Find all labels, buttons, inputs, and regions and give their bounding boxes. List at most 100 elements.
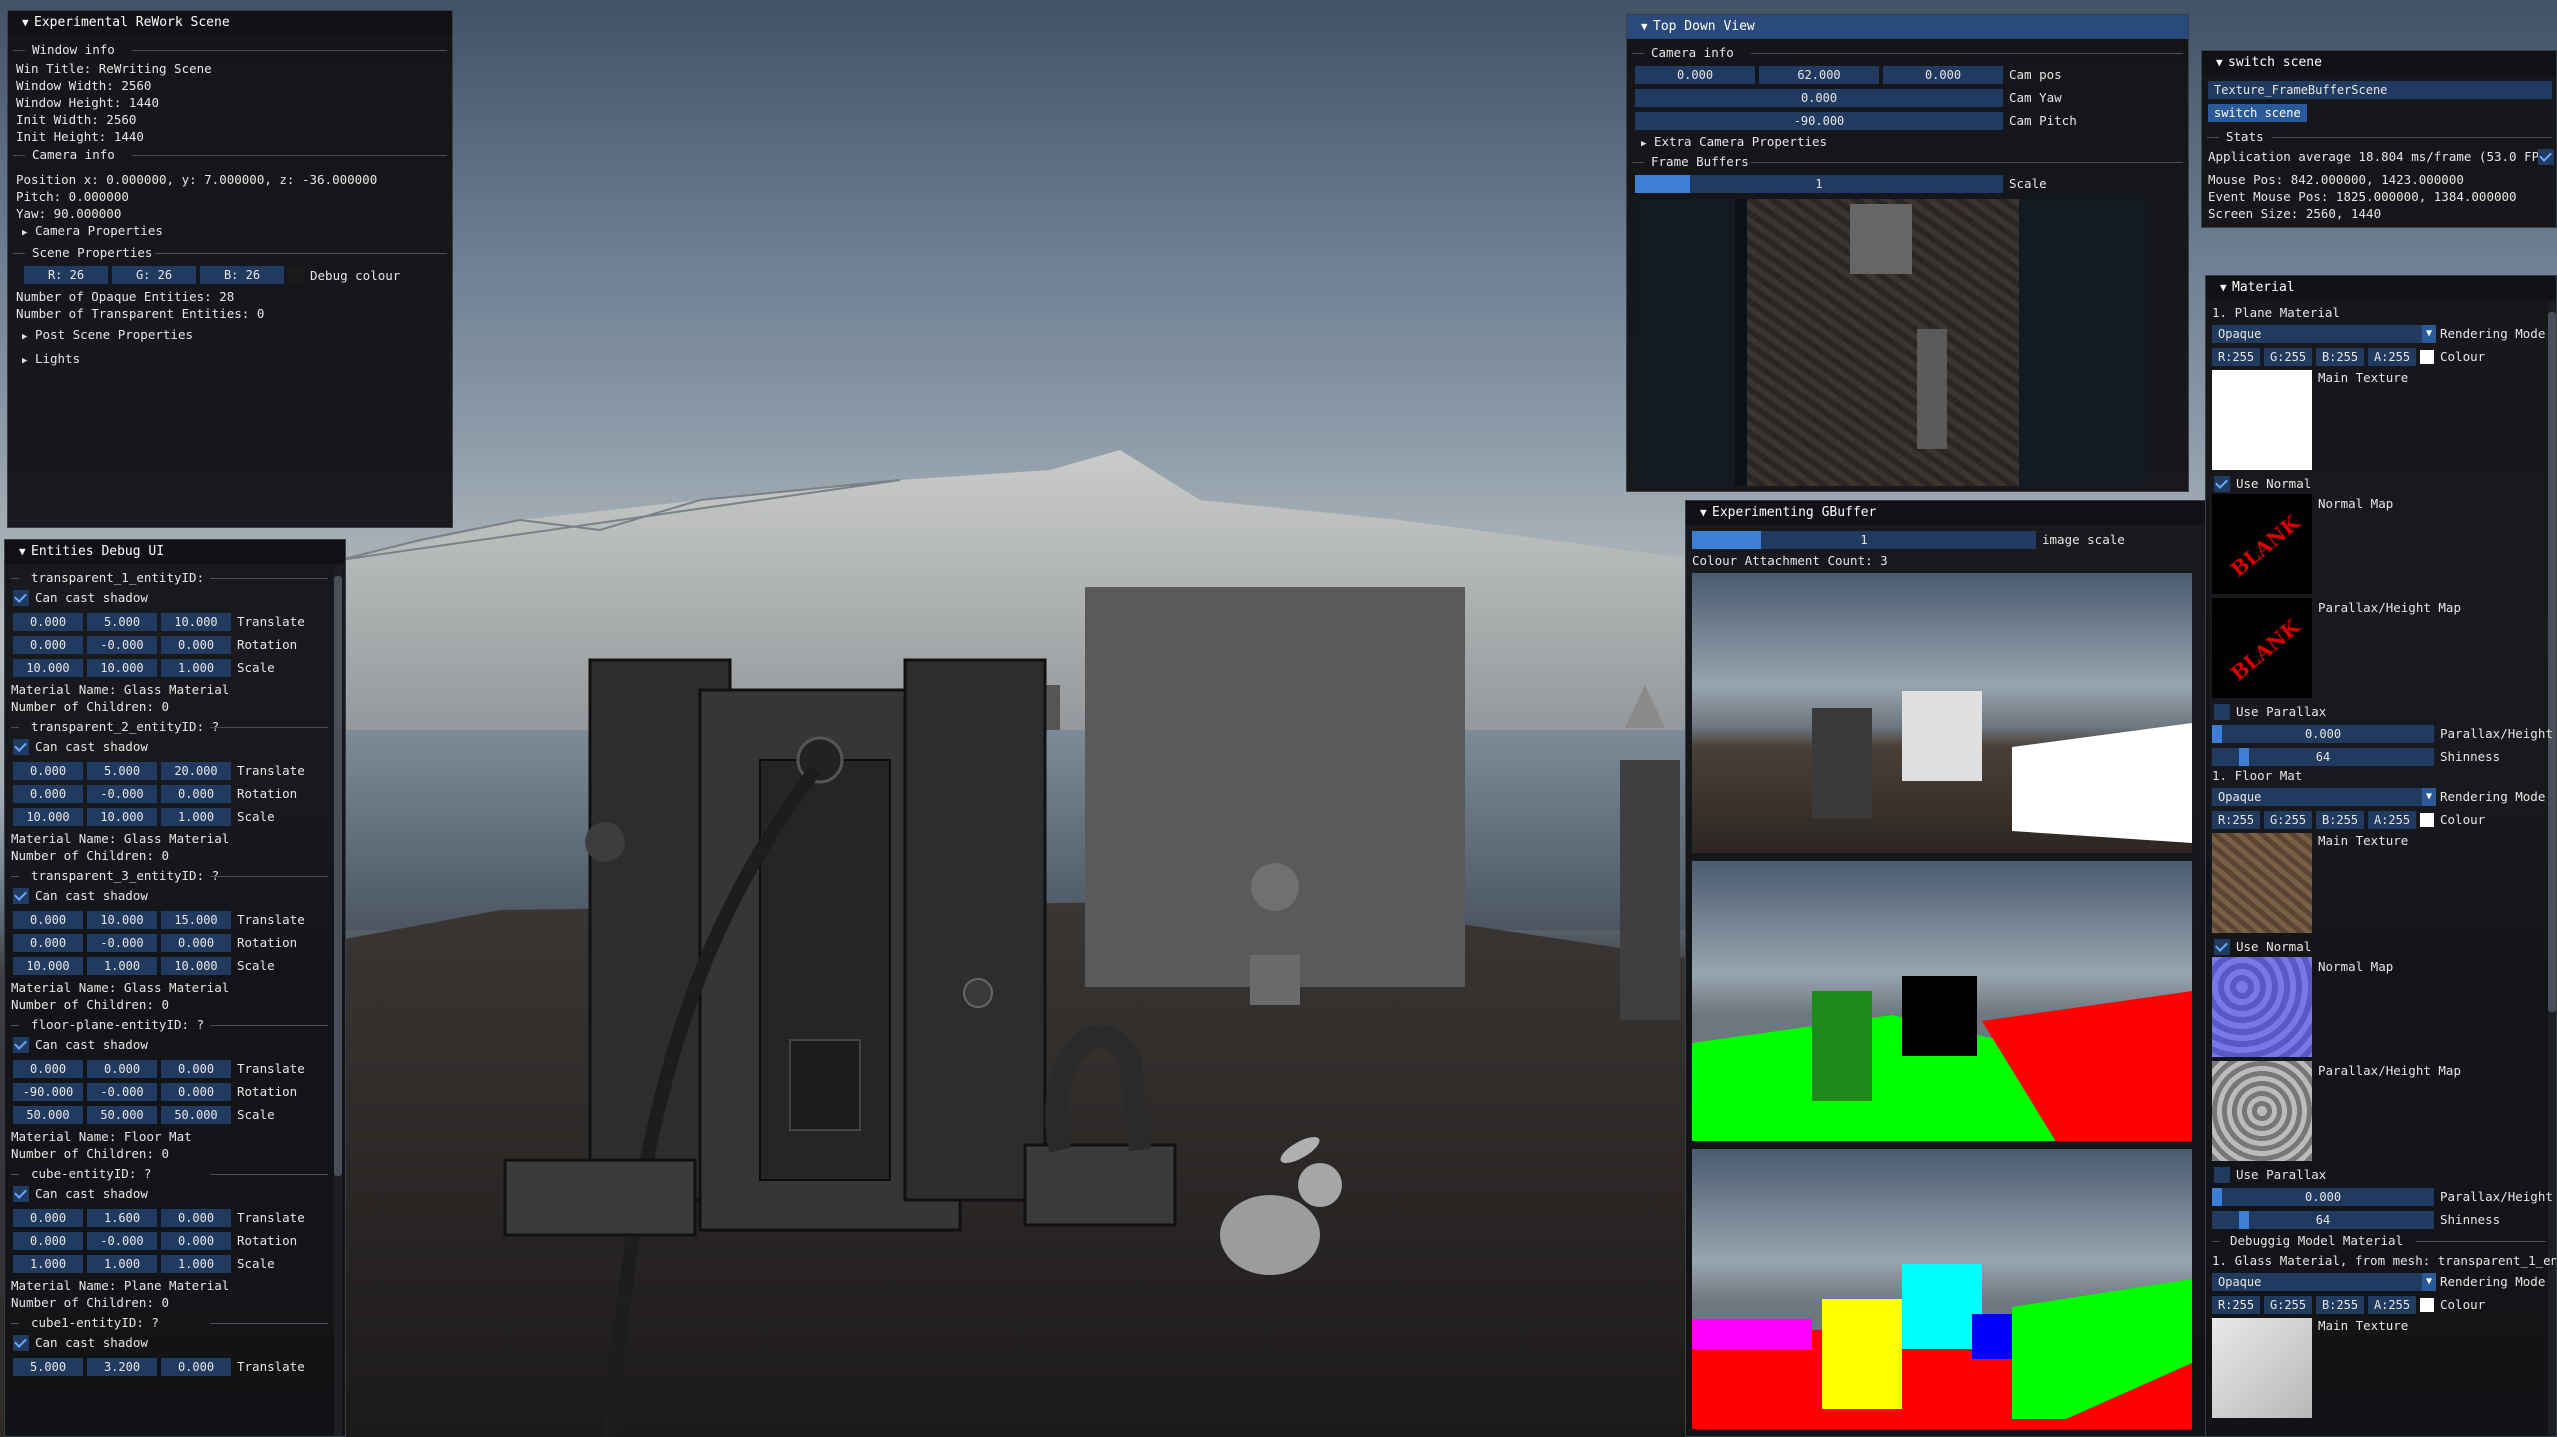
scale-field[interactable]: 1.000 — [87, 957, 157, 975]
extra-camera-properties-node[interactable]: ▶ Extra Camera Properties — [1641, 134, 1827, 152]
rotation-field[interactable]: -0.000 — [87, 1083, 157, 1101]
switch-scene-window[interactable]: ▼ switch scene Texture_FrameBufferScene s… — [2201, 50, 2557, 228]
scrollbar-thumb[interactable] — [2548, 312, 2556, 1012]
rotation-field[interactable]: 0.000 — [161, 785, 231, 803]
translate-field[interactable]: 0.000 — [13, 911, 83, 929]
translate-field[interactable]: 0.000 — [13, 1209, 83, 1227]
colour-r-field[interactable]: R:255 — [2212, 811, 2260, 829]
chevron-down-icon[interactable]: ▼ — [2422, 1273, 2436, 1291]
material-window[interactable]: ▼ Material 1. Plane Material Opaque ▼ Render… — [2205, 275, 2557, 1437]
topdown-window-titlebar[interactable]: ▼ Top Down View — [1627, 15, 2188, 39]
rotation-field[interactable]: 0.000 — [161, 1083, 231, 1101]
glass-main-texture-image[interactable] — [2212, 1318, 2312, 1418]
use-parallax-checkbox[interactable] — [2214, 1167, 2230, 1183]
rendering-mode-dropdown[interactable]: Opaque — [2212, 325, 2422, 343]
stats-checkbox[interactable] — [2538, 149, 2554, 165]
rotation-field[interactable]: 0.000 — [161, 934, 231, 952]
colour-r-field[interactable]: R:255 — [2212, 348, 2260, 366]
shininess-slider[interactable]: 64 — [2212, 1211, 2434, 1229]
use-normal-checkbox[interactable] — [2214, 939, 2230, 955]
rotation-field[interactable]: 0.000 — [13, 1232, 83, 1250]
scale-field[interactable]: 1.000 — [13, 1255, 83, 1273]
chevron-down-icon[interactable]: ▼ — [2422, 788, 2436, 806]
cam-pos-y-field[interactable]: 62.000 — [1759, 66, 1879, 84]
glass-colour-r-field[interactable]: R:255 — [2212, 1296, 2260, 1314]
collapse-arrow-icon[interactable]: ▼ — [1700, 501, 1712, 525]
translate-field[interactable]: 0.000 — [161, 1060, 231, 1078]
bg-green-field[interactable]: G: 26 — [112, 266, 196, 284]
translate-field[interactable]: 5.000 — [87, 613, 157, 631]
rotation-field[interactable]: 0.000 — [161, 1232, 231, 1250]
shininess-slider[interactable]: 64 — [2212, 748, 2434, 766]
translate-field[interactable]: 10.000 — [161, 613, 231, 631]
cast-shadow-checkbox[interactable] — [13, 1335, 29, 1351]
camera-properties-node[interactable]: ▶ Camera Properties — [22, 223, 163, 241]
parallax-slider[interactable]: 0.000 — [2212, 725, 2434, 743]
scale-field[interactable]: 10.000 — [87, 659, 157, 677]
scale-field[interactable]: 50.000 — [161, 1106, 231, 1124]
rotation-field[interactable]: 0.000 — [13, 934, 83, 952]
normal-map-image[interactable]: BLANK — [2212, 494, 2312, 594]
cam-pos-z-field[interactable]: 0.000 — [1883, 66, 2003, 84]
translate-field[interactable]: 20.000 — [161, 762, 231, 780]
height-map-image[interactable]: BLANK — [2212, 598, 2312, 698]
fb-scale-slider[interactable]: 1 — [1635, 175, 2003, 193]
chevron-down-icon[interactable]: ▼ — [2422, 325, 2436, 343]
lights-node[interactable]: ▶ Lights — [22, 351, 80, 369]
collapse-arrow-icon[interactable]: ▼ — [22, 11, 34, 35]
scale-field[interactable]: 1.000 — [161, 808, 231, 826]
colour-a-field[interactable]: A:255 — [2368, 348, 2416, 366]
translate-field[interactable]: 0.000 — [87, 1060, 157, 1078]
glass-colour-a-field[interactable]: A:255 — [2368, 1296, 2416, 1314]
gbuffer-window-titlebar[interactable]: ▼ Experimenting GBuffer — [1686, 501, 2209, 525]
glass-rendering-mode-dropdown[interactable]: Opaque — [2212, 1273, 2422, 1291]
translate-field[interactable]: 10.000 — [87, 911, 157, 929]
scale-field[interactable]: 1.000 — [87, 1255, 157, 1273]
scale-field[interactable]: 50.000 — [87, 1106, 157, 1124]
scale-field[interactable]: 10.000 — [13, 808, 83, 826]
height-map-image[interactable] — [2212, 1061, 2312, 1161]
entities-debug-window[interactable]: ▼ Entities Debug UI transparent_1_entityI… — [4, 539, 346, 1437]
translate-field[interactable]: 0.000 — [13, 762, 83, 780]
cast-shadow-checkbox[interactable] — [13, 739, 29, 755]
main-texture-image[interactable] — [2212, 370, 2312, 470]
experimental-scene-window[interactable]: ▼ Experimental ReWork Scene Window info W… — [7, 10, 453, 528]
experimental-window-titlebar[interactable]: ▼ Experimental ReWork Scene — [8, 11, 452, 35]
colour-swatch[interactable] — [2420, 350, 2434, 364]
collapse-arrow-icon[interactable]: ▼ — [2216, 51, 2228, 75]
scale-field[interactable]: 10.000 — [161, 957, 231, 975]
rotation-field[interactable]: 0.000 — [161, 636, 231, 654]
translate-field[interactable]: 0.000 — [161, 1209, 231, 1227]
material-window-titlebar[interactable]: ▼ Material — [2206, 276, 2556, 300]
colour-g-field[interactable]: G:255 — [2264, 348, 2312, 366]
glass-colour-swatch[interactable] — [2420, 1298, 2434, 1312]
cast-shadow-checkbox[interactable] — [13, 888, 29, 904]
debug-colour-swatch[interactable] — [288, 267, 304, 283]
translate-field[interactable]: 1.600 — [87, 1209, 157, 1227]
entities-scrollbar[interactable] — [334, 566, 342, 1436]
translate-field[interactable]: 15.000 — [161, 911, 231, 929]
scrollbar-thumb[interactable] — [334, 576, 342, 1176]
cast-shadow-checkbox[interactable] — [13, 1186, 29, 1202]
cam-yaw-field[interactable]: 0.000 — [1635, 89, 2003, 107]
switch-scene-button[interactable]: switch scene — [2208, 104, 2307, 122]
post-scene-properties-node[interactable]: ▶ Post Scene Properties — [22, 327, 193, 345]
normal-map-image[interactable] — [2212, 957, 2312, 1057]
collapse-arrow-icon[interactable]: ▼ — [2220, 276, 2232, 300]
glass-colour-b-field[interactable]: B:255 — [2316, 1296, 2364, 1314]
rotation-field[interactable]: -90.000 — [13, 1083, 83, 1101]
colour-b-field[interactable]: B:255 — [2316, 811, 2364, 829]
rotation-field[interactable]: -0.000 — [87, 934, 157, 952]
translate-field[interactable]: 3.200 — [87, 1358, 157, 1376]
image-scale-slider[interactable]: 1 — [1692, 531, 2036, 549]
colour-a-field[interactable]: A:255 — [2368, 811, 2416, 829]
scale-field[interactable]: 1.000 — [161, 659, 231, 677]
translate-field[interactable]: 0.000 — [161, 1358, 231, 1376]
scale-field[interactable]: 10.000 — [87, 808, 157, 826]
entities-window-titlebar[interactable]: ▼ Entities Debug UI — [5, 540, 345, 564]
bg-blue-field[interactable]: B: 26 — [200, 266, 284, 284]
translate-field[interactable]: 0.000 — [13, 1060, 83, 1078]
cast-shadow-checkbox[interactable] — [13, 590, 29, 606]
scale-field[interactable]: 1.000 — [161, 1255, 231, 1273]
use-parallax-checkbox[interactable] — [2214, 704, 2230, 720]
